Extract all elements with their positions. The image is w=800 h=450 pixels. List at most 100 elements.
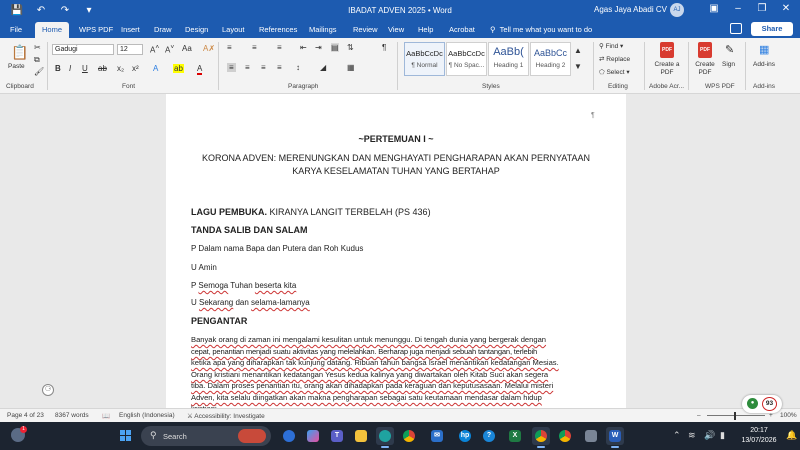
language-indicator[interactable]: English (Indonesia) — [119, 412, 175, 419]
increase-indent-icon[interactable]: ⇥ — [315, 43, 322, 52]
shading-icon[interactable]: ◢ — [320, 63, 326, 72]
copilot-icon[interactable] — [280, 427, 298, 445]
decrease-indent-icon[interactable]: ⇤ — [300, 43, 307, 52]
style-normal[interactable]: AaBbCcDc ¶ Normal — [404, 42, 445, 76]
shrink-font-icon[interactable]: A˅ — [165, 44, 174, 55]
redo-icon[interactable]: ↷ — [58, 3, 72, 17]
align-left-icon[interactable]: ≡ — [227, 63, 236, 72]
page-count[interactable]: Page 4 of 23 — [7, 412, 44, 419]
paste-icon[interactable]: 📋 — [11, 44, 28, 61]
doc-heading[interactable]: ~PERTEMUAN I ~ — [166, 134, 626, 144]
body-line[interactable]: cepat, penantian menjadi suatu aktivitas… — [191, 347, 601, 356]
create-pdf-button[interactable]: Create a PDF — [651, 61, 683, 77]
line-spacing-icon[interactable]: ↕ — [296, 63, 300, 72]
wps-pdf-icon[interactable]: PDF — [698, 42, 712, 58]
sign-button[interactable]: Sign — [722, 61, 735, 68]
underline-icon[interactable]: U — [82, 64, 88, 73]
accessibility-status[interactable]: ⚔ Accessibility: Investigate — [187, 412, 265, 420]
italic-icon[interactable]: I — [69, 64, 71, 73]
tab-acrobat[interactable]: Acrobat — [449, 25, 475, 34]
undo-icon[interactable]: ↶ — [34, 3, 48, 17]
save-icon[interactable]: 💾 — [10, 3, 24, 17]
start-button[interactable] — [120, 430, 132, 442]
help-icon[interactable]: ? — [480, 427, 498, 445]
user-name[interactable]: Agas Jaya Abadi CV — [594, 5, 667, 14]
minimize-icon[interactable]: – — [728, 3, 748, 14]
tab-view[interactable]: View — [388, 25, 404, 34]
superscript-icon[interactable]: x² — [132, 64, 139, 73]
clock[interactable]: 20:17 13/07/2026 — [738, 426, 780, 446]
body-line[interactable]: ketika apa yang diharapkan tak kunjung d… — [191, 358, 601, 367]
highlight-icon[interactable]: ab — [173, 64, 184, 73]
doc-line-u1[interactable]: U Amin — [191, 263, 601, 272]
zoom-slider[interactable] — [707, 415, 765, 416]
grow-font-icon[interactable]: A˄ — [150, 44, 159, 55]
paste-button[interactable]: Paste — [8, 63, 25, 70]
select-button[interactable]: ⬠ Select ▾ — [599, 68, 630, 76]
maximize-icon[interactable]: ❐ — [752, 3, 772, 14]
styles-more-icon[interactable]: ▼ — [574, 62, 582, 71]
subscript-icon[interactable]: x₂ — [117, 64, 124, 73]
find-button[interactable]: ⚲ Find ▾ — [599, 42, 623, 50]
tab-references[interactable]: References — [259, 25, 297, 34]
battery-icon[interactable]: ▮ — [720, 430, 725, 441]
zoom-level[interactable]: 100% — [780, 412, 797, 419]
align-right-icon[interactable]: ≡ — [261, 63, 266, 72]
adobe-pdf-icon[interactable]: PDF — [660, 42, 674, 58]
style-no-spacing[interactable]: AaBbCcDc ¶ No Spac... — [446, 42, 487, 76]
format-painter-icon[interactable]: 🖌 — [34, 67, 44, 76]
proofing-icon[interactable]: 📖 — [102, 412, 110, 420]
chrome-profile-2-icon[interactable] — [556, 427, 574, 445]
doc-line-p2[interactable]: P Semoga Tuhan beserta kita — [191, 281, 601, 290]
tab-layout[interactable]: Layout — [222, 25, 245, 34]
wps-create-pdf-button[interactable]: Create PDF — [692, 61, 718, 77]
bold-icon[interactable]: B — [55, 64, 61, 73]
teams-icon[interactable]: T — [328, 427, 346, 445]
tab-design[interactable]: Design — [185, 25, 208, 34]
doc-line-u2[interactable]: U Sekarang dan selama-lamanya — [191, 298, 601, 307]
avatar[interactable]: AJ — [670, 3, 684, 17]
align-center-icon[interactable]: ≡ — [245, 63, 250, 72]
notifications-icon[interactable]: 🔔 — [786, 430, 797, 441]
share-button[interactable]: Share — [751, 22, 793, 36]
body-line[interactable]: Banyak orang di zaman ini mengalami kesu… — [191, 335, 601, 344]
ribbon-display-icon[interactable]: ▣ — [704, 3, 724, 14]
add-ins-button[interactable]: Add-ins — [753, 61, 775, 68]
asian-layout-icon[interactable]: ▤ — [331, 43, 339, 52]
document-page[interactable]: ~PERTEMUAN I ~ KORONA ADVEN: MERENUNGKAN… — [166, 94, 626, 413]
zoom-in-icon[interactable]: + — [769, 412, 773, 419]
volume-icon[interactable]: 🔊 — [704, 430, 715, 441]
styles-scroll-icon[interactable]: ▲ — [574, 46, 582, 55]
multilevel-list-icon[interactable]: ≡ — [277, 43, 282, 52]
word-icon[interactable]: W — [606, 427, 624, 448]
font-name-box[interactable]: Gadugi — [52, 44, 114, 55]
window-icon[interactable] — [582, 427, 600, 445]
add-ins-icon[interactable]: ▦ — [759, 43, 769, 56]
text-effects-icon[interactable]: A — [153, 64, 158, 73]
change-case-icon[interactable]: Aa — [182, 44, 192, 53]
wifi-icon[interactable]: ≋ — [688, 430, 696, 441]
tab-insert[interactable]: Insert — [121, 25, 140, 34]
doc-lagu-line[interactable]: LAGU PEMBUKA. KIRANYA LANGIT TERBELAH (P… — [191, 207, 601, 217]
body-line[interactable]: Adven, kita selalu diingatkan akan makna… — [191, 393, 601, 402]
clear-formatting-icon[interactable]: A✗ — [203, 44, 215, 53]
numbering-icon[interactable]: ≡ — [252, 43, 257, 52]
tab-home[interactable]: Home — [35, 22, 70, 38]
tab-help[interactable]: Help — [418, 25, 433, 34]
doc-subtitle-line-2[interactable]: KARYA KESELAMATAN TUHAN YANG BERTAHAP — [166, 166, 626, 176]
copy-icon[interactable]: ⧉ — [34, 55, 40, 65]
excel-icon[interactable]: X — [506, 427, 524, 445]
sign-icon[interactable]: ✎ — [725, 43, 734, 56]
bullets-icon[interactable]: ≡ — [227, 43, 232, 52]
accessibility-assistant-icon[interactable]: ⚆ — [42, 384, 54, 396]
taskbar-search[interactable]: ⚲ Search — [141, 426, 271, 446]
tab-file[interactable]: File — [10, 25, 22, 34]
borders-icon[interactable]: ▦ — [347, 63, 355, 72]
replace-button[interactable]: ⇄ Replace — [599, 55, 630, 63]
justify-icon[interactable]: ≡ — [277, 63, 282, 72]
mail-icon[interactable]: ✉ — [428, 427, 446, 445]
tab-mailings[interactable]: Mailings — [309, 25, 337, 34]
word-count[interactable]: 8367 words — [55, 412, 89, 419]
zoom-out-icon[interactable]: – — [697, 412, 701, 419]
doc-subtitle-line-1[interactable]: KORONA ADVEN: MERENUNGKAN DAN MENGHAYATI… — [166, 153, 626, 163]
